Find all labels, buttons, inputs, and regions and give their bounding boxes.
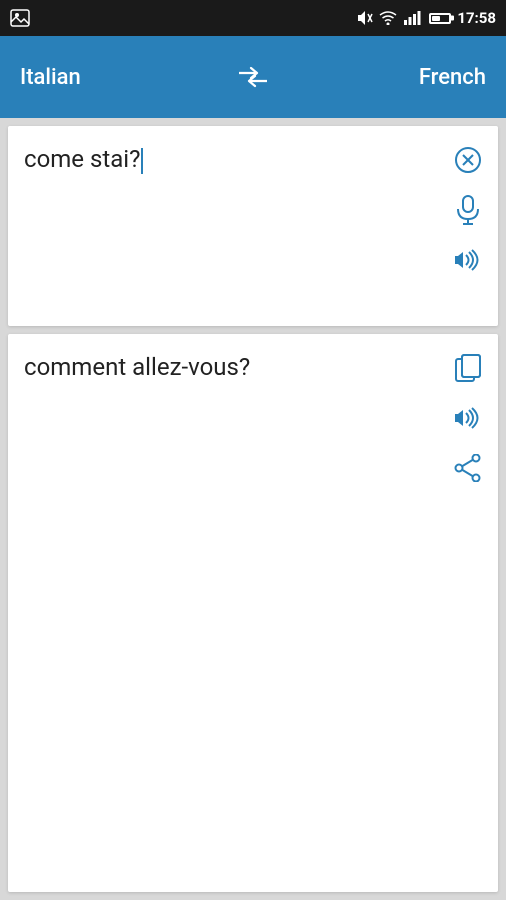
output-text-value: comment allez-vous? <box>24 353 250 381</box>
microphone-button[interactable] <box>450 192 486 228</box>
clear-button[interactable] <box>450 142 486 178</box>
status-bar: 17:58 <box>0 0 506 36</box>
output-icons <box>442 350 486 486</box>
input-icons <box>442 142 486 278</box>
text-cursor <box>141 148 143 174</box>
copy-icon <box>455 354 481 382</box>
signal-icon <box>403 11 421 25</box>
swap-icon <box>237 65 269 89</box>
input-speaker-button[interactable] <box>450 242 486 278</box>
swap-language-button[interactable] <box>221 55 285 99</box>
output-speaker-icon <box>453 405 483 431</box>
share-icon <box>454 454 482 482</box>
status-bar-left <box>10 9 30 27</box>
battery-icon <box>429 13 451 24</box>
input-panel[interactable]: come stai? <box>8 126 498 326</box>
input-text[interactable]: come stai? <box>24 142 442 175</box>
share-button[interactable] <box>450 450 486 486</box>
output-panel: comment allez-vous? <box>8 334 498 892</box>
status-bar-right: 17:58 <box>357 9 496 27</box>
output-speaker-button[interactable] <box>450 400 486 436</box>
status-time: 17:58 <box>457 9 496 27</box>
clear-icon <box>454 146 482 174</box>
input-text-value: come stai? <box>24 145 140 173</box>
target-language-button[interactable]: French <box>285 65 486 90</box>
main-content: come stai? <box>0 118 506 900</box>
toolbar: Italian French <box>0 36 506 118</box>
copy-button[interactable] <box>450 350 486 386</box>
mute-icon <box>357 9 373 27</box>
output-text: comment allez-vous? <box>24 350 442 383</box>
microphone-icon <box>454 195 482 225</box>
speaker-icon <box>453 247 483 273</box>
source-language-button[interactable]: Italian <box>20 65 221 90</box>
gallery-icon <box>10 9 30 27</box>
wifi-icon <box>379 11 397 25</box>
